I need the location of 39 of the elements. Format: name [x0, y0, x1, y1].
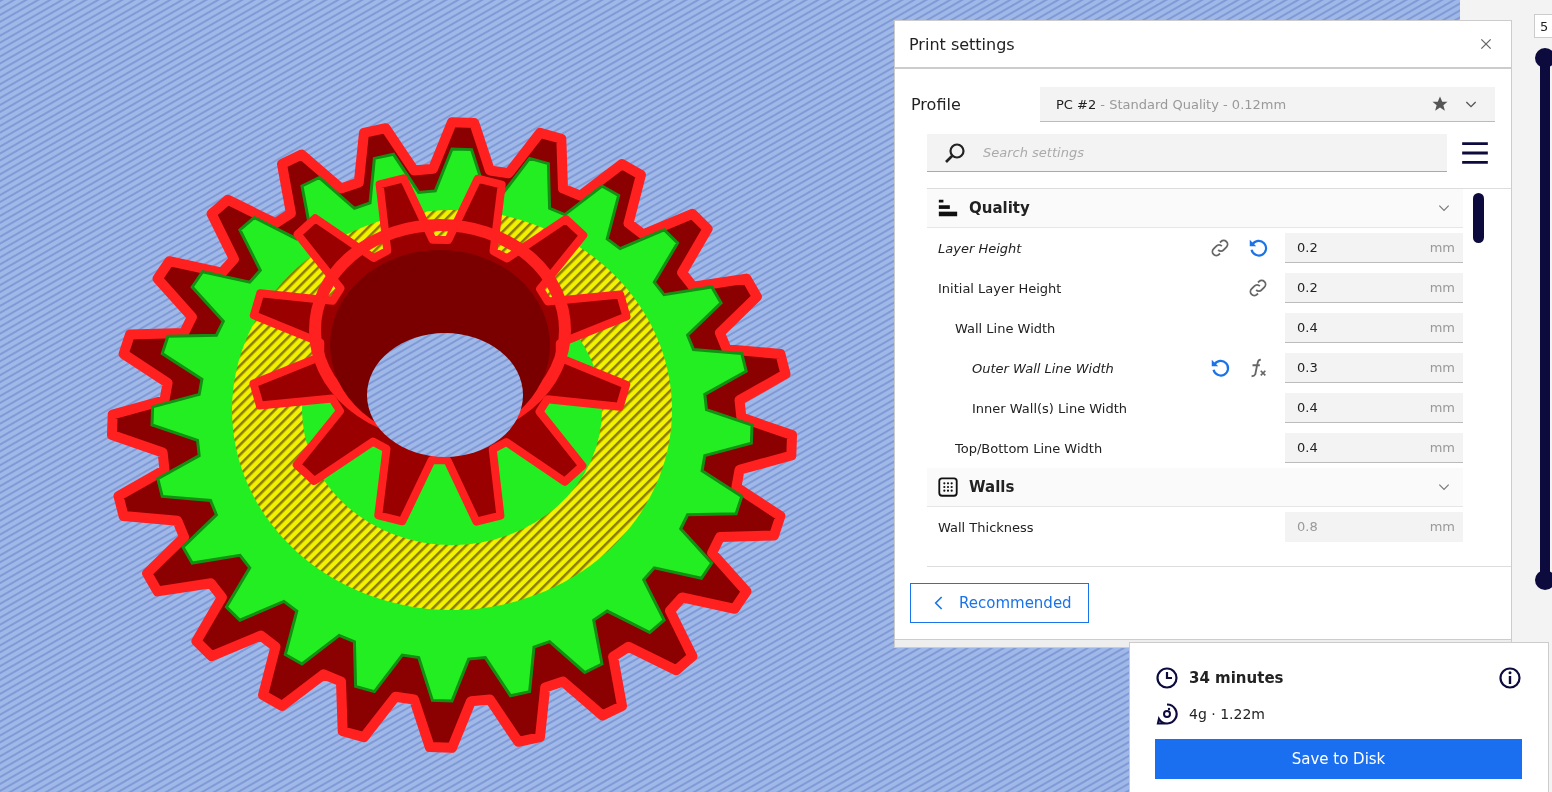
category-header[interactable]: Quality	[927, 189, 1463, 228]
menu-button[interactable]	[1459, 139, 1491, 167]
recommended-button[interactable]: Recommended	[910, 583, 1089, 623]
profile-dropdown[interactable]: PC #2 - Standard Quality - 0.12mm	[1040, 87, 1495, 122]
info-icon	[1498, 666, 1522, 690]
value-field[interactable]: 0.3 mm	[1285, 353, 1463, 383]
spool-icon	[1155, 702, 1179, 726]
value-field[interactable]: 0.2 mm	[1285, 273, 1463, 303]
value-field[interactable]: 0.4 mm	[1285, 313, 1463, 343]
scrollbar-thumb[interactable]	[1473, 193, 1484, 243]
reset-arrow-icon[interactable]	[1247, 237, 1269, 259]
layer-slider-track[interactable]	[1535, 48, 1552, 590]
setting-label: Initial Layer Height	[938, 280, 1063, 296]
info-button[interactable]	[1498, 666, 1522, 690]
panel-title: Print settings	[909, 34, 1015, 54]
quality-bars-icon	[937, 197, 959, 219]
menu-icon	[1461, 139, 1489, 167]
reset-arrow-icon[interactable]	[1209, 357, 1231, 379]
value-field[interactable]: 0.4 mm	[1285, 433, 1463, 463]
star-icon	[1431, 95, 1449, 113]
setting-label: Wall Line Width	[954, 320, 1057, 336]
walls-grid-icon	[937, 476, 959, 498]
value-field[interactable]: 0.4 mm	[1285, 393, 1463, 423]
setting-label: Wall Thickness	[938, 519, 1035, 535]
setting-label: Top/Bottom Line Width	[954, 440, 1104, 456]
save-to-disk-button[interactable]: Save to Disk	[1155, 739, 1522, 779]
search-icon	[943, 141, 967, 165]
setting-label: Outer Wall Line Width	[971, 360, 1115, 376]
profile-label: Profile	[911, 95, 962, 114]
clock-icon	[1155, 666, 1179, 690]
setting-label: Inner Wall(s) Line Width	[971, 400, 1129, 416]
close-icon	[1479, 37, 1493, 51]
layer-number-label: 5	[1534, 14, 1552, 38]
value-field[interactable]: 0.2 mm	[1285, 233, 1463, 263]
setting-label: Layer Height	[938, 240, 1023, 256]
print-time: 34 minutes	[1189, 669, 1285, 687]
material-usage: 4g · 1.22m	[1189, 706, 1265, 722]
category-header[interactable]: Walls	[927, 468, 1463, 507]
search-field[interactable]: Search settings	[927, 134, 1447, 172]
